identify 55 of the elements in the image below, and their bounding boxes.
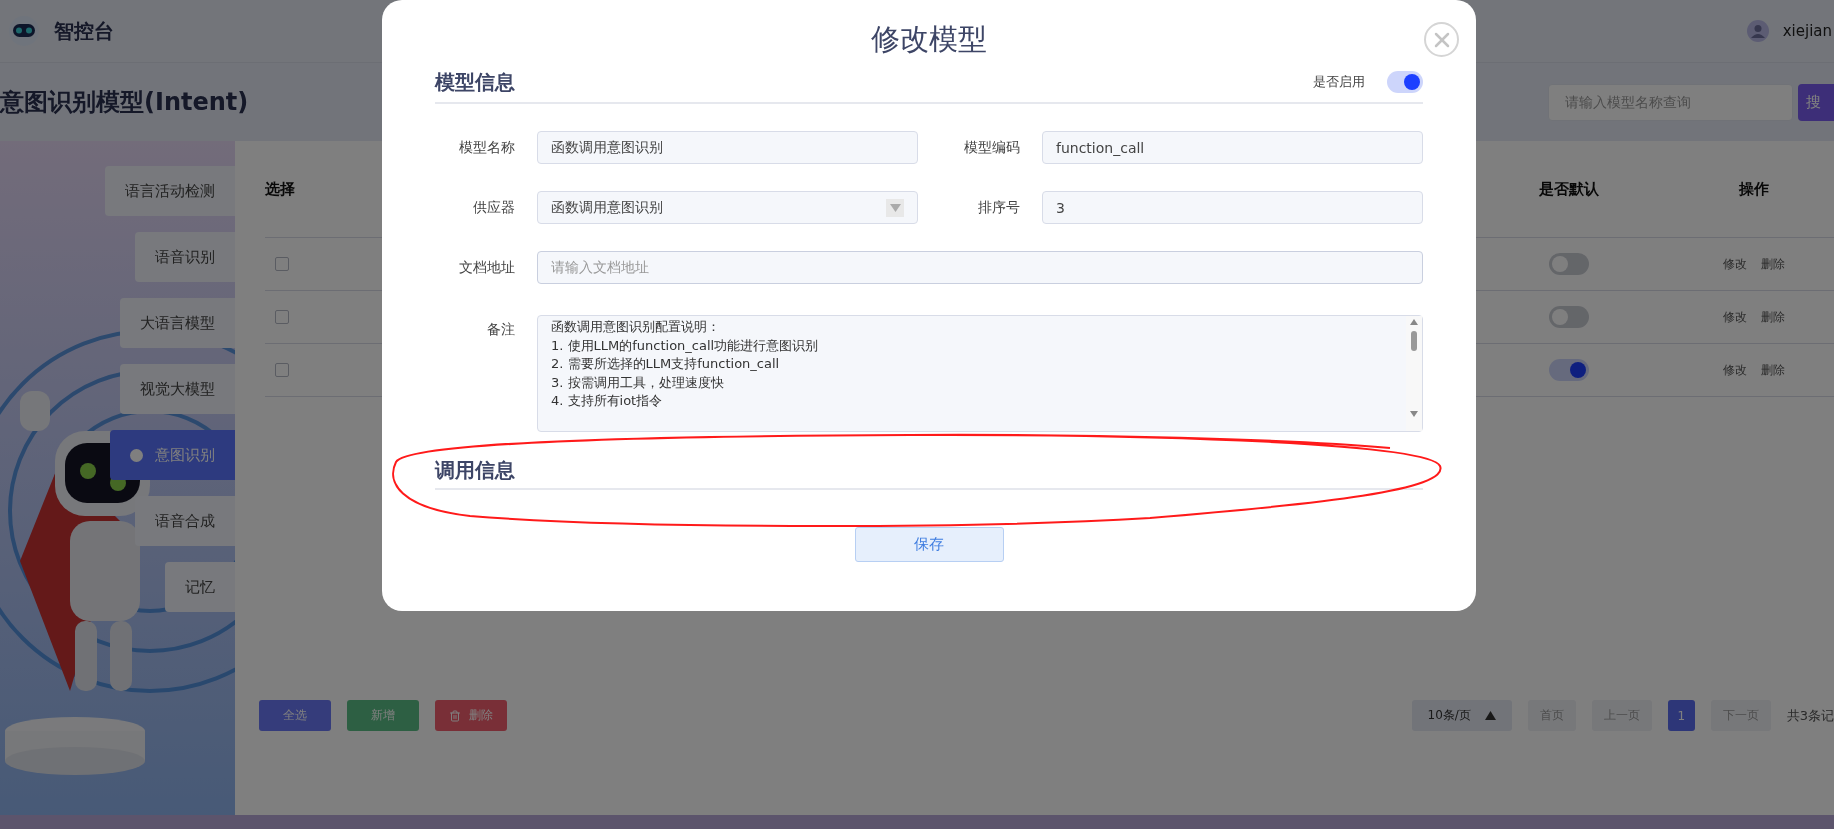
select-field[interactable]: 函数调用意图识别 bbox=[537, 191, 918, 224]
input-field[interactable]: 3 bbox=[1042, 191, 1423, 224]
input-field[interactable]: 请输入文档地址 bbox=[537, 251, 1423, 284]
default-toggle[interactable] bbox=[1549, 359, 1589, 381]
close-button[interactable] bbox=[1424, 22, 1459, 57]
sidebar-item[interactable]: 语言活动检测 bbox=[105, 166, 235, 216]
app-name: 智控台 bbox=[54, 17, 114, 45]
total-records: 共3条记 bbox=[1786, 706, 1834, 725]
column-header: 操作 bbox=[1674, 141, 1834, 238]
input-field[interactable]: 函数调用意图识别 bbox=[537, 131, 918, 164]
sidebar-item[interactable]: 视觉大模型 bbox=[120, 364, 235, 414]
trash-icon bbox=[449, 709, 461, 722]
sidebar-item[interactable]: 语音合成 bbox=[135, 496, 235, 546]
user-avatar-icon bbox=[1746, 20, 1769, 42]
delete-link[interactable]: 删除 bbox=[1761, 255, 1785, 273]
delete-button[interactable]: 删除 bbox=[435, 700, 507, 731]
caret-down-icon bbox=[886, 198, 904, 217]
sidebar-item[interactable]: 记忆 bbox=[165, 562, 235, 612]
edit-link[interactable]: 修改 bbox=[1723, 361, 1747, 379]
select-all-button[interactable]: 全选 bbox=[259, 700, 331, 731]
enable-toggle[interactable] bbox=[1387, 71, 1423, 93]
save-button[interactable]: 保存 bbox=[854, 527, 1004, 562]
page-title: 意图识别模型(Intent) bbox=[0, 87, 249, 118]
default-toggle[interactable] bbox=[1549, 306, 1589, 328]
user-name[interactable]: xiejian bbox=[1782, 22, 1832, 40]
section-title: 调用信息 bbox=[435, 456, 515, 484]
column-header: 选择 bbox=[265, 141, 345, 238]
input-field[interactable]: function_call bbox=[1042, 131, 1423, 164]
field-label: 模型名称 bbox=[458, 138, 515, 157]
default-toggle[interactable] bbox=[1549, 253, 1589, 275]
section-title: 模型信息 bbox=[435, 68, 515, 96]
field-label: 供应器 bbox=[472, 198, 515, 217]
selected-dot-icon bbox=[130, 448, 143, 462]
row-checkbox[interactable] bbox=[275, 310, 289, 324]
page-size-select[interactable]: 10条/页 bbox=[1411, 700, 1512, 731]
field-label: 文档地址 bbox=[458, 258, 515, 277]
remark-textarea[interactable]: 函数调用意图识别配置说明： 1. 使用LLM的function_call功能进行意图识别 2. 需要所选择的LLM支持function_call 3. 按需调用工具，处理速度快 4. 支持所有iot指令 bbox=[537, 315, 1423, 432]
modal-title: 修改模型 bbox=[870, 21, 988, 58]
field-label: 备注 bbox=[486, 320, 515, 339]
sidebar-item[interactable]: 意图识别 bbox=[110, 430, 235, 480]
edit-link[interactable]: 修改 bbox=[1723, 255, 1747, 273]
edit-link[interactable]: 修改 bbox=[1723, 308, 1747, 326]
delete-link[interactable]: 删除 bbox=[1761, 361, 1785, 379]
search-button[interactable]: 搜 bbox=[1798, 83, 1834, 121]
field-label: 模型编码 bbox=[963, 138, 1020, 157]
row-checkbox[interactable] bbox=[275, 363, 289, 377]
toggle-label: 是否启用 bbox=[1313, 73, 1365, 91]
field-label: 排序号 bbox=[977, 198, 1020, 217]
add-button[interactable]: 新增 bbox=[347, 700, 419, 731]
page-number-button[interactable]: 1 bbox=[1667, 700, 1695, 731]
delete-link[interactable]: 删除 bbox=[1761, 308, 1785, 326]
sidebar-item[interactable]: 语音识别 bbox=[135, 232, 235, 282]
row-checkbox[interactable] bbox=[275, 257, 289, 271]
sidebar-item[interactable]: 大语言模型 bbox=[120, 298, 235, 348]
caret-up-icon bbox=[1484, 711, 1496, 720]
